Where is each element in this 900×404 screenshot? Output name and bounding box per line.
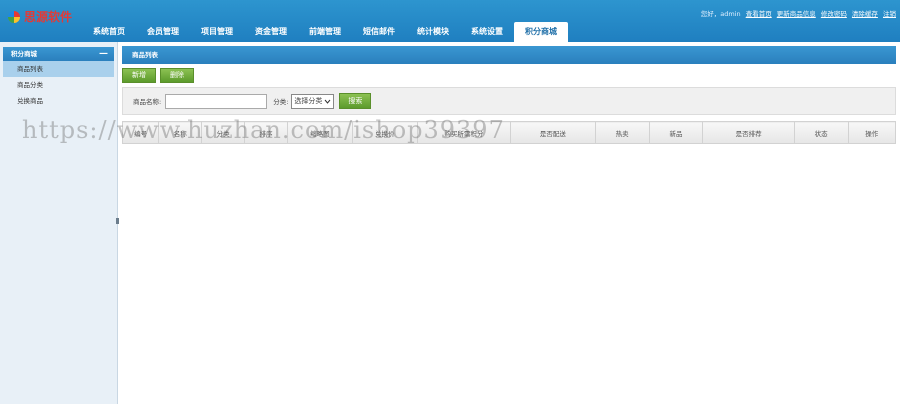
- top-header: 思源软件 您好，admin 查看首页 更新商品信息 修改密码 清除缓存 注销 系…: [0, 0, 900, 42]
- category-select[interactable]: 选择分类: [291, 93, 335, 109]
- link-logout[interactable]: 注销: [883, 10, 896, 18]
- search-button[interactable]: 搜索: [339, 93, 372, 109]
- sidebar-title: 积分商城: [11, 50, 37, 58]
- col-recommended: 是否排荐: [702, 121, 795, 144]
- logo-text: 思源软件: [24, 10, 73, 24]
- action-buttons: 新增 删除: [122, 68, 896, 83]
- chevron-down-icon: [325, 99, 331, 104]
- category-select-value: 选择分类: [294, 96, 323, 105]
- sidebar-toggle-handle[interactable]: [116, 218, 119, 224]
- tab-system-settings[interactable]: 系统设置: [460, 22, 514, 42]
- category-label: 分类:: [273, 98, 289, 106]
- col-status: 状态: [793, 121, 849, 144]
- panel-title: 商品列表: [122, 46, 896, 64]
- logo-icon: [8, 10, 20, 23]
- tab-frontend-management[interactable]: 前端管理: [298, 22, 352, 42]
- col-new: 新品: [648, 121, 704, 144]
- tab-sms-email[interactable]: 短信邮件: [352, 22, 406, 42]
- main-nav: 系统首页 会员管理 项目管理 资金管理 前端管理 短信邮件 统计模块 系统设置 …: [82, 22, 568, 42]
- tab-project-management[interactable]: 项目管理: [190, 22, 244, 42]
- tab-points-mall[interactable]: 积分商城: [514, 22, 568, 42]
- search-bar: 商品名称: 分类: 选择分类 搜索: [122, 87, 896, 115]
- logo: 思源软件: [8, 8, 72, 25]
- sidebar-item-goods-category[interactable]: 商品分类: [3, 77, 114, 93]
- sidebar-header: 积分商城 —: [3, 47, 114, 61]
- tab-system-home[interactable]: 系统首页: [82, 22, 136, 42]
- delete-button[interactable]: 删除: [160, 68, 194, 83]
- watermark: https://www.huzhan.com/ishop39397: [22, 116, 505, 144]
- col-delivery: 是否配送: [510, 121, 596, 144]
- goods-name-input[interactable]: [165, 93, 268, 109]
- link-view-home[interactable]: 查看首页: [746, 10, 772, 18]
- col-hot: 热卖: [594, 121, 650, 144]
- sidebar: 积分商城 — 商品列表 商品分类 兑换商品: [0, 42, 118, 404]
- sidebar-item-goods-list[interactable]: 商品列表: [3, 61, 114, 77]
- tab-statistics[interactable]: 统计模块: [406, 22, 460, 42]
- tab-member-management[interactable]: 会员管理: [136, 22, 190, 42]
- goods-name-label: 商品名称:: [133, 98, 162, 106]
- add-button[interactable]: 新增: [122, 68, 156, 83]
- col-actions: 操作: [847, 121, 897, 144]
- collapse-icon[interactable]: —: [99, 47, 108, 61]
- sidebar-item-redeem-goods[interactable]: 兑换商品: [3, 93, 114, 109]
- user-greeting: 您好，admin: [700, 10, 741, 18]
- link-update-goods-info[interactable]: 更新商品信息: [777, 10, 816, 18]
- link-change-password[interactable]: 修改密码: [821, 10, 847, 18]
- link-clear-cache[interactable]: 清除缓存: [852, 10, 878, 18]
- user-menu: 您好，admin 查看首页 更新商品信息 修改密码 清除缓存 注销: [701, 8, 896, 18]
- tab-fund-management[interactable]: 资金管理: [244, 22, 298, 42]
